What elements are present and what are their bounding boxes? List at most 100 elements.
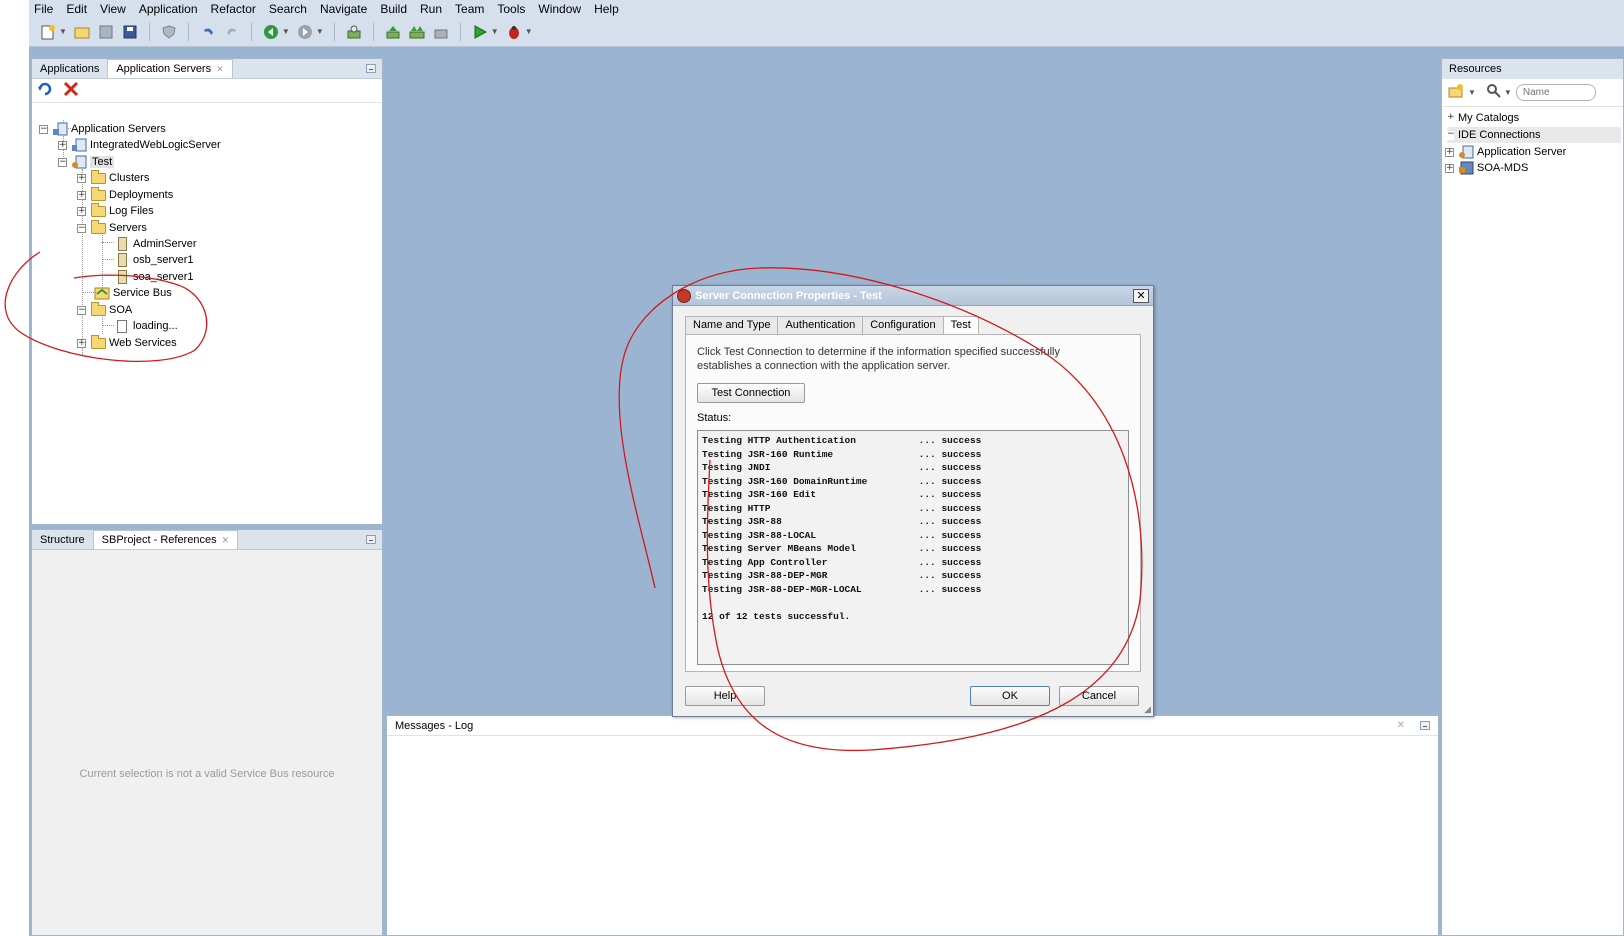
menu-application[interactable]: Application <box>139 2 198 16</box>
search-icon[interactable] <box>1486 83 1502 102</box>
tree-label: SOA-MDS <box>1477 162 1529 174</box>
forward-icon[interactable] <box>296 23 314 41</box>
refresh-icon[interactable] <box>37 81 53 100</box>
left-panel-tabs: Applications Application Servers ✕ <box>32 59 382 79</box>
tab-test[interactable]: Test <box>942 316 979 335</box>
tree-node-servers[interactable]: − Servers <box>77 219 147 236</box>
tree-node-ide-connections[interactable]: − IDE Connections <box>1447 127 1621 143</box>
expand-icon[interactable]: + <box>58 140 67 150</box>
close-tab-icon[interactable]: ✕ <box>216 64 224 74</box>
tab-sbproject-references-label: SBProject - References <box>101 534 217 546</box>
minimize-panel-button[interactable] <box>366 64 376 73</box>
tab-authentication[interactable]: Authentication <box>777 316 864 335</box>
menu-refactor[interactable]: Refactor <box>211 2 256 16</box>
save-all-icon[interactable] <box>121 23 139 41</box>
tab-structure[interactable]: Structure <box>32 531 93 549</box>
tree-node-integrated-weblogic-server[interactable]: + IntegratedWebLogicServer <box>58 137 221 153</box>
tree-node-my-catalogs[interactable]: + My Catalogs <box>1447 110 1519 126</box>
run-dropdown-icon[interactable]: ▼ <box>491 27 499 36</box>
test-connection-button[interactable]: Test Connection <box>697 383 805 403</box>
collapse-icon[interactable]: − <box>39 124 48 134</box>
menu-window[interactable]: Window <box>538 2 581 16</box>
close-tab-icon[interactable]: ✕ <box>222 535 230 545</box>
menu-tools[interactable]: Tools <box>497 2 525 16</box>
menu-help[interactable]: Help <box>594 2 619 16</box>
structure-panel-tabs: Structure SBProject - References ✕ <box>32 530 382 550</box>
new-icon[interactable] <box>39 23 57 41</box>
deploy-icon[interactable] <box>345 23 363 41</box>
menu-navigate[interactable]: Navigate <box>320 2 367 16</box>
back-icon[interactable] <box>262 23 280 41</box>
server-instance-icon <box>114 237 130 251</box>
tree-node-service-bus[interactable]: Service Bus <box>94 285 172 301</box>
new-connection-dropdown-icon[interactable]: ▼ <box>1468 88 1476 97</box>
expand-icon[interactable]: + <box>1445 147 1454 157</box>
expand-icon[interactable]: + <box>1445 163 1454 173</box>
menu-file[interactable]: File <box>34 2 53 16</box>
resources-toolbar: ▼ ▼ <box>1442 79 1623 107</box>
expand-icon[interactable]: + <box>77 206 86 216</box>
resources-tree: + My Catalogs − IDE Connections + Applicati… <box>1442 107 1623 187</box>
back-dropdown-icon[interactable]: ▼ <box>282 27 290 36</box>
tree-node-log-files[interactable]: + Log Files <box>77 202 154 219</box>
debug-icon[interactable] <box>505 23 523 41</box>
expand-icon[interactable]: + <box>77 338 86 348</box>
status-output: Testing HTTP Authentication ... success … <box>697 430 1129 665</box>
collapse-icon[interactable]: − <box>1447 129 1455 140</box>
tree-node-soa-mds[interactable]: + SOA-MDS <box>1445 160 1528 176</box>
collapse-icon[interactable]: − <box>58 157 67 167</box>
resize-grip-icon[interactable]: ◢ <box>1144 704 1151 715</box>
tree-node-test[interactable]: − Test <box>58 154 115 170</box>
make-icon[interactable] <box>384 23 402 41</box>
tab-name-and-type[interactable]: Name and Type <box>685 316 779 335</box>
save-icon[interactable] <box>97 23 115 41</box>
tree-label: Test <box>90 156 115 168</box>
tab-application-servers[interactable]: Application Servers ✕ <box>107 59 233 78</box>
tree-node-application-server[interactable]: + Application Server <box>1445 144 1566 160</box>
tree-node-admin-server[interactable]: AdminServer <box>114 236 197 252</box>
menu-team[interactable]: Team <box>455 2 484 16</box>
undo-icon[interactable] <box>199 23 217 41</box>
tree-node-clusters[interactable]: + Clusters <box>77 169 149 186</box>
debug-dropdown-icon[interactable]: ▼ <box>525 27 533 36</box>
tree-node-soa-server[interactable]: soa_server1 <box>114 269 194 285</box>
collapse-icon[interactable]: − <box>77 305 86 315</box>
new-dropdown-icon[interactable]: ▼ <box>59 27 67 36</box>
open-icon[interactable] <box>73 23 91 41</box>
menu-run[interactable]: Run <box>420 2 442 16</box>
tree-node-soa[interactable]: − SOA <box>77 301 132 318</box>
tab-sbproject-references[interactable]: SBProject - References ✕ <box>92 530 239 549</box>
search-dropdown-icon[interactable]: ▼ <box>1504 88 1512 97</box>
tab-configuration[interactable]: Configuration <box>862 316 944 335</box>
ok-button[interactable]: OK <box>970 686 1050 706</box>
expand-icon[interactable]: + <box>77 190 86 200</box>
tree-node-application-servers[interactable]: − Application Servers <box>39 121 166 137</box>
status-line: Testing JNDI ... success <box>702 462 982 473</box>
dialog-close-button[interactable]: ✕ <box>1133 289 1149 303</box>
menu-view[interactable]: View <box>100 2 126 16</box>
collapse-icon[interactable]: − <box>77 223 86 233</box>
new-connection-icon[interactable] <box>1448 83 1464 102</box>
expand-icon[interactable]: + <box>77 173 86 183</box>
menu-edit[interactable]: Edit <box>66 2 87 16</box>
menu-search[interactable]: Search <box>269 2 307 16</box>
minimize-panel-button[interactable] <box>1420 721 1430 730</box>
delete-icon[interactable] <box>63 81 79 100</box>
minimize-panel-button[interactable] <box>366 535 376 544</box>
expand-icon[interactable]: + <box>1447 112 1455 123</box>
rebuild-icon[interactable] <box>408 23 426 41</box>
help-button[interactable]: Help <box>685 686 765 706</box>
resource-search-input[interactable] <box>1515 84 1596 101</box>
menu-build[interactable]: Build <box>380 2 407 16</box>
redo-icon[interactable] <box>223 23 241 41</box>
forward-dropdown-icon[interactable]: ▼ <box>316 27 324 36</box>
tree-node-web-services[interactable]: + Web Services <box>77 334 177 351</box>
close-panel-icon[interactable]: ✕ <box>1397 720 1405 731</box>
tree-node-deployments[interactable]: + Deployments <box>77 186 173 203</box>
tab-applications[interactable]: Applications <box>32 60 107 78</box>
run-icon[interactable] <box>471 23 489 41</box>
build-icon[interactable] <box>432 23 450 41</box>
cancel-button[interactable]: Cancel <box>1059 686 1139 706</box>
shield-icon[interactable] <box>160 23 178 41</box>
tree-node-osb-server[interactable]: osb_server1 <box>114 252 194 268</box>
